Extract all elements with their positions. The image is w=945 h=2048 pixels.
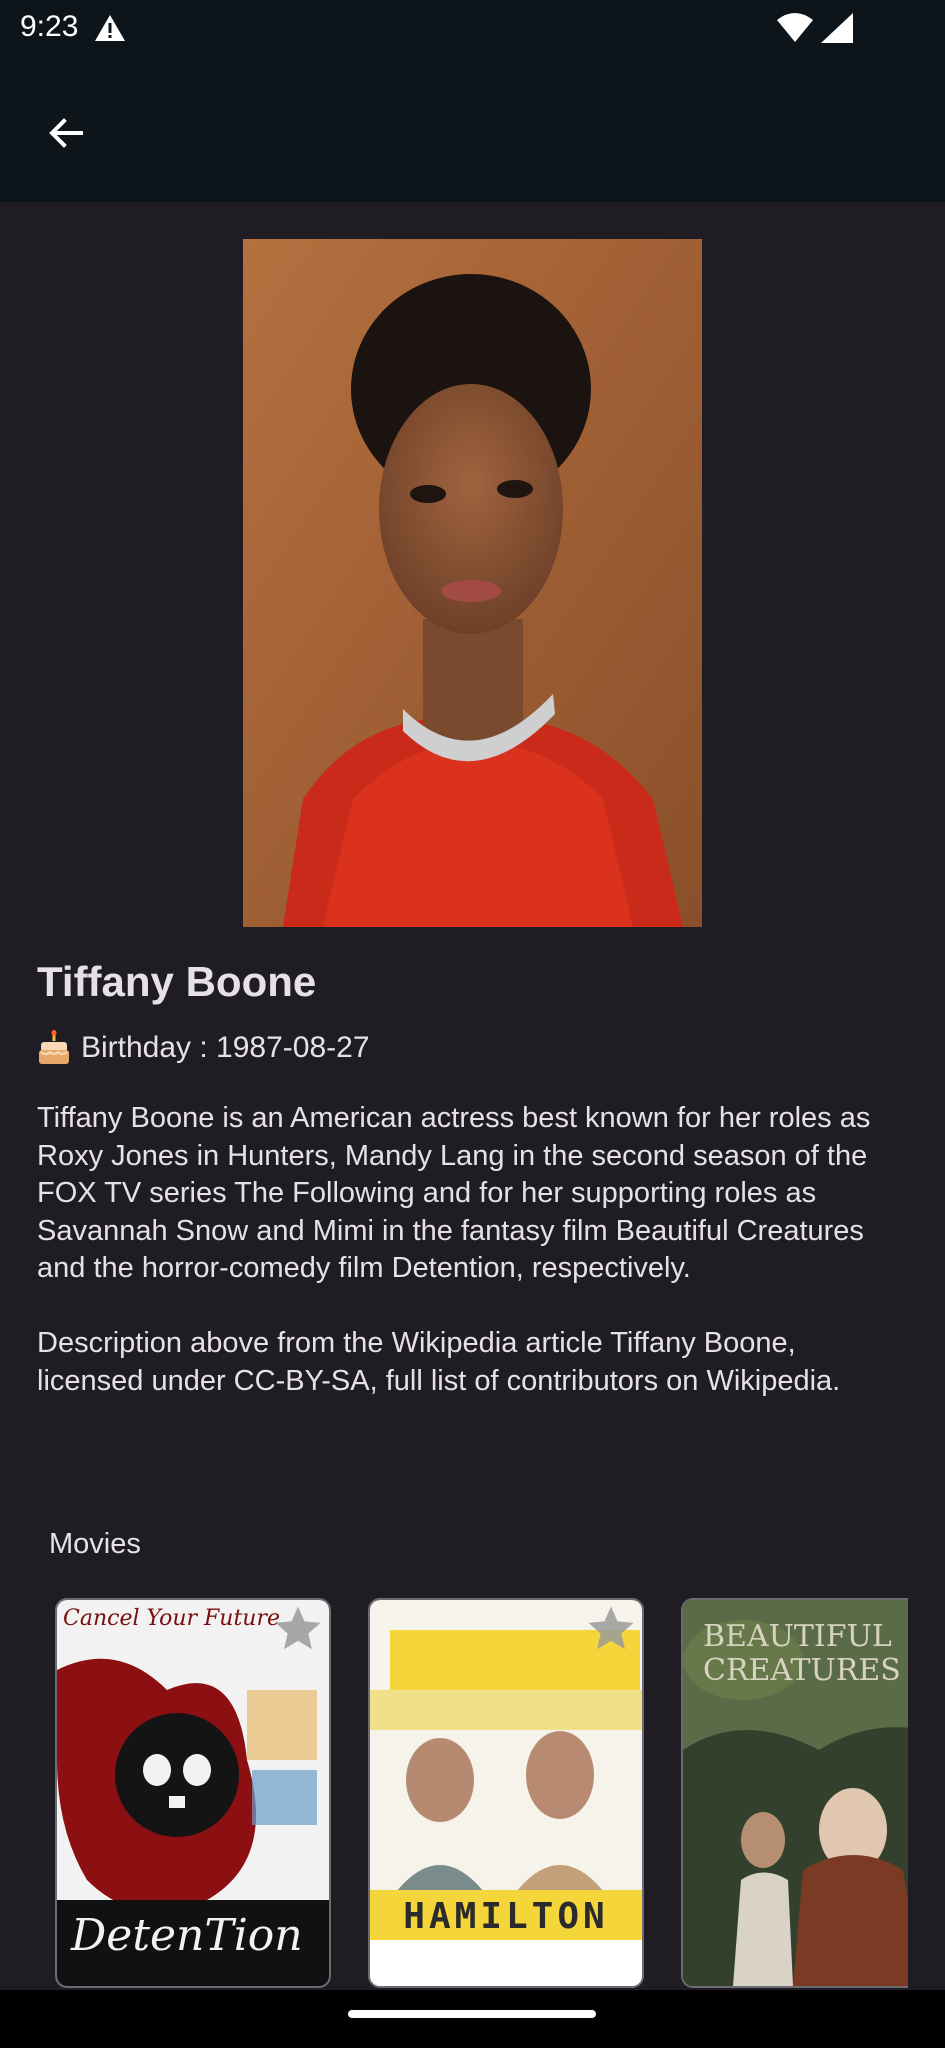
home-indicator[interactable] bbox=[348, 2010, 596, 2018]
arrow-left-icon bbox=[49, 118, 83, 148]
cake-icon bbox=[39, 1030, 69, 1064]
app-bar bbox=[0, 58, 945, 202]
status-bar: 9:23 bbox=[0, 0, 945, 58]
movies-section-title: Movies bbox=[49, 1528, 141, 1560]
star-icon[interactable] bbox=[271, 1602, 325, 1656]
poster-title: BEAUTIFUL CREATURES bbox=[703, 1619, 901, 1688]
movie-card[interactable]: HAMILTON bbox=[368, 1598, 644, 1988]
signal-icon bbox=[821, 13, 853, 43]
wifi-icon bbox=[777, 13, 813, 42]
profile-photo bbox=[243, 239, 702, 927]
movie-card[interactable]: BEAUTIFUL CREATURES bbox=[681, 1598, 908, 1988]
birthday-row: Birthday : 1987-08-27 bbox=[37, 1030, 370, 1066]
movie-card[interactable]: Cancel Your Future DetenTion bbox=[55, 1598, 331, 1988]
poster-title: HAMILTON bbox=[403, 1896, 609, 1937]
back-button[interactable] bbox=[30, 98, 100, 168]
movies-list[interactable]: Cancel Your Future DetenTion HAMILTON BE… bbox=[55, 1598, 908, 1990]
person-name: Tiffany Boone bbox=[37, 958, 317, 1005]
navigation-bar bbox=[0, 1990, 945, 2048]
warning-icon bbox=[95, 15, 125, 41]
status-time: 9:23 bbox=[20, 10, 79, 43]
poster-tagline: Cancel Your Future bbox=[63, 1606, 281, 1631]
birthday-text: Birthday : 1987-08-27 bbox=[81, 1031, 370, 1064]
biography-text: Tiffany Boone is an American actress bes… bbox=[37, 1102, 871, 1397]
poster-title: DetenTion bbox=[71, 1910, 303, 1961]
star-icon[interactable] bbox=[584, 1602, 638, 1656]
